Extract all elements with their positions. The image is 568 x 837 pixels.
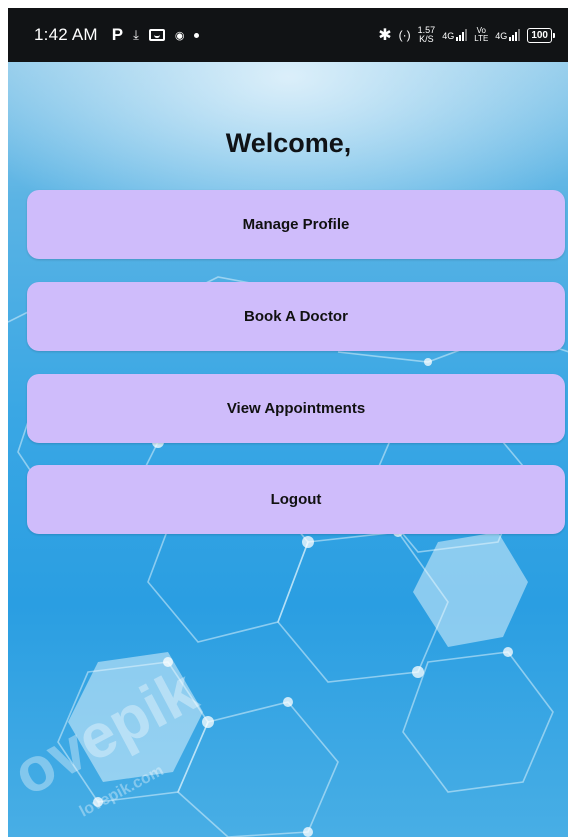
view-appointments-button[interactable]: View Appointments	[27, 374, 565, 443]
phone-screen: 1:42 AM P ⤓ ◉ ✱ (·) 1.57 K/S 4G Vo LTE 4	[8, 8, 568, 837]
status-bar-right: ✱ (·) 1.57 K/S 4G Vo LTE 4G 100	[378, 8, 555, 62]
message-icon	[148, 29, 165, 41]
status-bar: 1:42 AM P ⤓ ◉ ✱ (·) 1.57 K/S 4G Vo LTE 4	[8, 8, 568, 62]
download-icon: ⤓	[133, 27, 139, 42]
welcome-title: Welcome,	[225, 128, 352, 158]
signal-icon-2: 4G	[495, 29, 521, 41]
manage-profile-button[interactable]: Manage Profile	[27, 190, 565, 259]
volte-bottom: LTE	[474, 34, 489, 43]
main-content: Welcome, Manage Profile Book A Doctor Vi…	[8, 62, 568, 837]
network-speed: 1.57 K/S	[418, 26, 436, 44]
net2-label: 4G	[495, 31, 508, 41]
book-a-doctor-button[interactable]: Book A Doctor	[27, 282, 565, 351]
status-time: 1:42 AM	[34, 25, 98, 44]
camera-icon: ◉	[174, 29, 185, 42]
parking-icon: P	[111, 25, 124, 44]
volte-icon: Vo LTE	[474, 27, 488, 43]
status-bar-left: 1:42 AM P ⤓ ◉	[34, 8, 200, 62]
logout-button[interactable]: Logout	[27, 465, 565, 534]
signal-icon: 4G	[442, 29, 468, 41]
hotspot-icon: (·)	[398, 28, 411, 42]
bluetooth-icon: ✱	[378, 27, 392, 44]
speed-unit: K/S	[419, 34, 434, 44]
battery-icon: 100	[527, 27, 555, 43]
dot-icon	[194, 32, 200, 38]
battery-level: 100	[527, 27, 552, 43]
net1-label: 4G	[442, 31, 455, 41]
